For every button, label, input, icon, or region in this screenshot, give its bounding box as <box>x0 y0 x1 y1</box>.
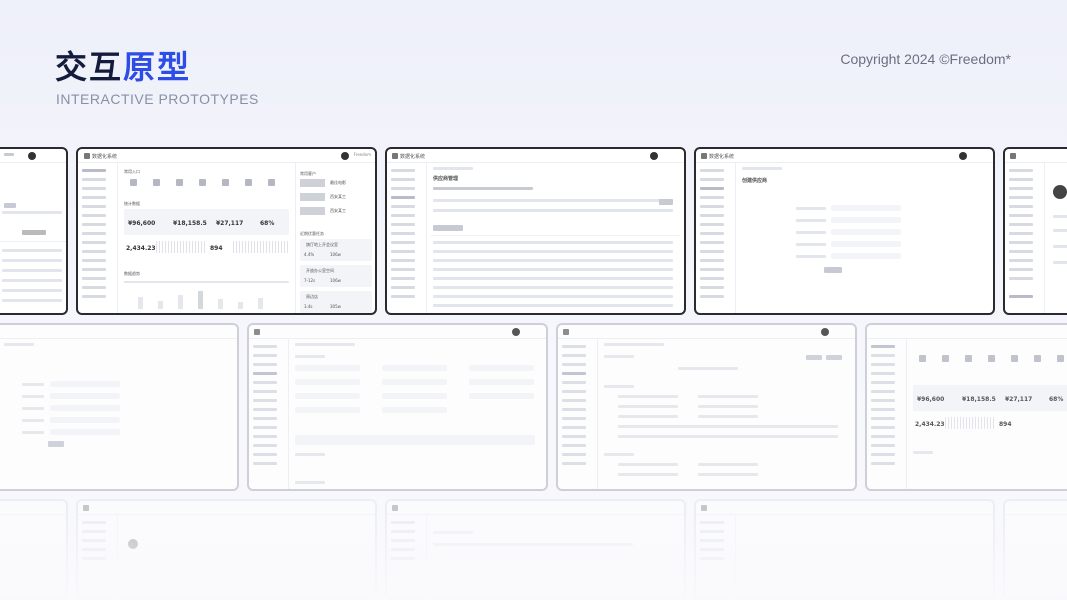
stat-b-2: ¥18,158.5 <box>962 396 996 403</box>
mockup-faded-4 <box>694 499 995 600</box>
stat-c-2: ¥27,117 <box>1005 396 1033 403</box>
mockup-faded-3 <box>385 499 686 600</box>
mockup-dashboard-partial: ¥96,600 ¥18,158.5 ¥27,117 68% 2,434.23 8… <box>865 323 1067 491</box>
stat-b: ¥18,158.5 <box>173 220 207 227</box>
copyright-text: Copyright 2024 ©Freedom* <box>840 51 1011 67</box>
mockup-user: Freedom <box>353 152 371 157</box>
stat-c: ¥27,117 <box>216 220 244 227</box>
profile-avatar <box>1053 185 1067 199</box>
val-1: 4.4% <box>304 252 315 257</box>
page-subtitle: INTERACTIVE PROTOTYPES <box>56 91 259 107</box>
val-5: 3.4s <box>304 304 313 309</box>
dash-trend-title: 数据趋势 <box>124 271 140 276</box>
stat-f-2: 894 <box>999 421 1012 428</box>
mockup-detail-view <box>556 323 857 491</box>
mockup-system-name: 数据化系统 <box>92 154 118 160</box>
val-3: 7-12s <box>304 278 316 283</box>
side-name-3: 西安某工 <box>330 208 346 213</box>
mockup-faded-1 <box>0 499 68 600</box>
stat-d-2: 68% <box>1049 396 1064 403</box>
mockup-form-partial <box>0 323 239 491</box>
mockup-faded-2 <box>76 499 377 600</box>
val-4: 106w <box>330 278 341 283</box>
mockup-profile-partial <box>1003 147 1067 315</box>
mockup-table-partial <box>0 147 68 315</box>
mockup-dashboard: 数据化系统 Freedom 常用入口 统计数据 ¥96,600 ¥18,158.… <box>76 147 377 315</box>
stat-e: 2,434.23 <box>126 245 156 252</box>
dash-quick-title: 常用入口 <box>124 169 140 174</box>
task-3: 周边店 <box>306 294 318 299</box>
list-page-title: 供应商管理 <box>433 176 459 182</box>
stat-e-2: 2,434.23 <box>915 421 945 428</box>
val-6: 305w <box>330 304 341 309</box>
stat-a: ¥96,600 <box>128 220 156 227</box>
stat-a-2: ¥96,600 <box>917 396 945 403</box>
mockup-system-name-2: 数据化系统 <box>400 154 426 160</box>
mockup-detail-form <box>247 323 548 491</box>
dash-stats-title: 统计数据 <box>124 201 140 206</box>
title-part-1: 交互 <box>55 48 124 86</box>
side-name-2: 西安某工 <box>330 194 346 199</box>
mockup-list-page: 数据化系统 供应商管理 <box>385 147 686 315</box>
side-name-1: 最佳电影 <box>330 180 346 185</box>
task-1: 旗厅地上开会议室 <box>306 242 338 247</box>
task-2: 开放办公室空间 <box>306 268 334 273</box>
stat-d: 68% <box>260 220 275 227</box>
page-title: 交互原型 <box>55 42 191 88</box>
mockup-form-page: 数据化系统 创建供应商 <box>694 147 995 315</box>
title-part-2: 原型 <box>123 48 192 86</box>
val-2: 106w <box>330 252 341 257</box>
mockup-system-name-3: 数据化系统 <box>709 154 735 160</box>
mockup-faded-5 <box>1003 499 1067 600</box>
stat-f: 894 <box>210 245 223 252</box>
side-title: 常用客户 <box>300 171 316 176</box>
side-section: 近期优惠任务 <box>300 231 324 236</box>
form-page-title: 创建供应商 <box>742 178 768 184</box>
